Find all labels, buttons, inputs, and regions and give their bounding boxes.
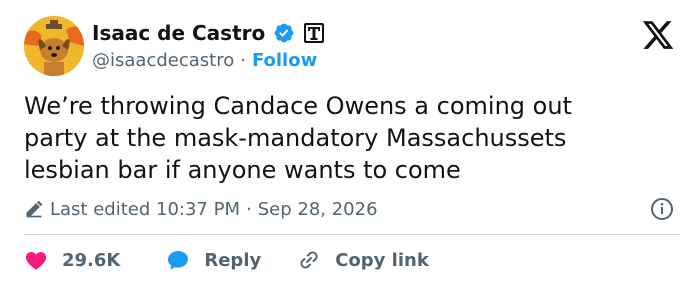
- link-icon: [300, 251, 318, 269]
- heart-icon: [26, 252, 46, 270]
- x-logo-icon[interactable]: [640, 18, 676, 52]
- reply-label: Reply: [204, 249, 262, 271]
- tweet-line: We’re throwing Candace Owens a coming ou…: [24, 92, 572, 120]
- author-handle-row: @isaacdecastro · Follow: [92, 48, 317, 72]
- copy-link-button[interactable]: Copy link: [297, 248, 429, 272]
- pencil-icon: [26, 200, 43, 218]
- tweet-date[interactable]: Sep 28, 2026: [258, 199, 378, 220]
- like-button[interactable]: 29.6K: [24, 248, 120, 272]
- tweet-line: party at the mask-mandatory Massachusset…: [24, 124, 567, 152]
- dog-avatar-icon: [24, 16, 84, 76]
- tweet-actions: 29.6K Reply Copy link: [24, 246, 429, 274]
- speech-bubble-icon: [168, 251, 189, 270]
- author-handle[interactable]: @isaacdecastro: [92, 50, 234, 71]
- divider: [24, 234, 680, 235]
- avatar[interactable]: [24, 16, 84, 76]
- affiliation-badge-icon[interactable]: [303, 22, 325, 44]
- meta-separator: ·: [245, 198, 252, 220]
- like-count: 29.6K: [62, 249, 121, 271]
- tweet-line: lesbian bar if anyone wants to come: [24, 156, 461, 184]
- verified-badge-icon[interactable]: [273, 22, 295, 44]
- author-name[interactable]: Isaac de Castro: [92, 21, 265, 45]
- copy-link-label: Copy link: [335, 249, 429, 271]
- tweet-text: We’re throwing Candace Owens a coming ou…: [24, 90, 664, 186]
- tweet-card: Isaac de Castro @isaacdecastro · Follow …: [0, 0, 700, 287]
- author-name-row: Isaac de Castro: [92, 18, 325, 48]
- handle-separator: ·: [240, 49, 246, 71]
- last-edited-link[interactable]: Last edited 10:37 PM: [50, 199, 240, 220]
- follow-button[interactable]: Follow: [252, 50, 317, 71]
- info-icon[interactable]: [650, 197, 674, 221]
- tweet-meta: Last edited 10:37 PM · Sep 28, 2026: [24, 196, 378, 222]
- reply-button[interactable]: Reply: [166, 248, 261, 272]
